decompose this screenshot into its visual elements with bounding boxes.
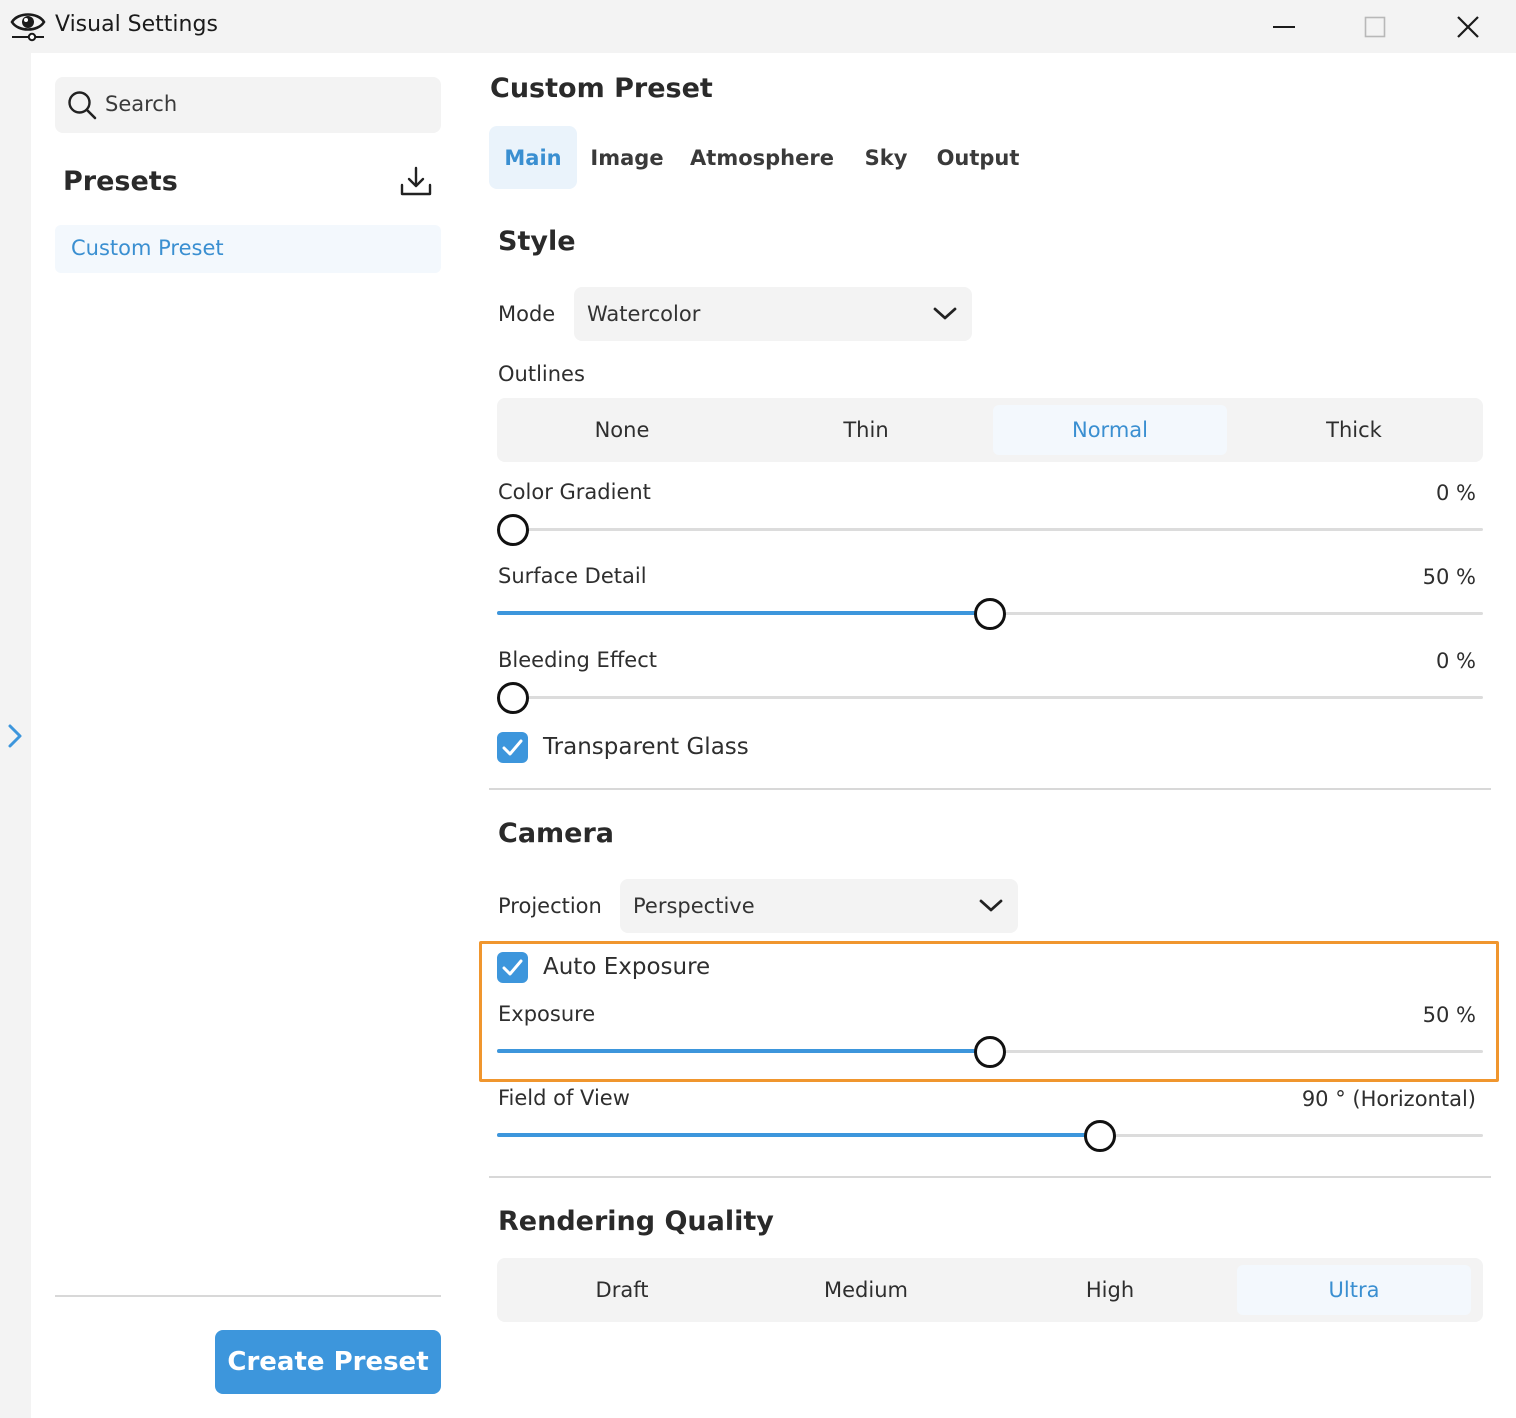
maximize-button[interactable] [1329, 0, 1421, 53]
rendering-quality-heading: Rendering Quality [498, 1206, 774, 1237]
mode-dropdown[interactable]: Watercolor [574, 287, 972, 341]
title-bar: Visual Settings [0, 0, 1516, 53]
quality-segmented-control: Draft Medium High Ultra [497, 1258, 1483, 1322]
preset-list-item[interactable]: Custom Preset [55, 225, 441, 273]
surface-detail-slider[interactable] [497, 596, 1483, 632]
slider-thumb[interactable] [1084, 1120, 1117, 1152]
minimize-button[interactable] [1238, 0, 1330, 53]
outlines-option-none[interactable]: None [505, 405, 739, 455]
fov-slider[interactable] [497, 1118, 1483, 1154]
projection-label: Projection [498, 894, 602, 918]
exposure-value: 50 % [1422, 1003, 1476, 1027]
projection-value: Perspective [633, 894, 755, 918]
auto-exposure-label: Auto Exposure [543, 954, 711, 980]
tab-atmosphere[interactable]: Atmosphere [687, 126, 837, 189]
chevron-down-icon [932, 305, 958, 323]
quality-option-ultra[interactable]: Ultra [1237, 1265, 1471, 1315]
quality-option-high[interactable]: High [993, 1265, 1227, 1315]
close-button[interactable] [1422, 0, 1514, 53]
style-heading: Style [498, 226, 576, 257]
surface-detail-label: Surface Detail [498, 564, 647, 588]
section-divider [489, 1176, 1491, 1178]
slider-thumb[interactable] [497, 682, 529, 714]
quality-option-draft[interactable]: Draft [505, 1265, 739, 1315]
window-title: Visual Settings [55, 12, 218, 37]
close-icon [1457, 15, 1479, 38]
tab-main[interactable]: Main [489, 126, 577, 189]
section-divider [489, 788, 1491, 790]
minimize-icon [1273, 25, 1295, 28]
sidebar-divider [55, 1295, 441, 1297]
transparent-glass-label: Transparent Glass [543, 734, 749, 760]
search-input[interactable]: Search [55, 77, 441, 133]
auto-exposure-checkbox[interactable] [497, 952, 528, 983]
outlines-label: Outlines [498, 362, 585, 386]
presets-heading: Presets [63, 166, 178, 197]
outlines-option-normal[interactable]: Normal [993, 405, 1227, 455]
slider-thumb[interactable] [974, 1036, 1006, 1068]
mode-label: Mode [498, 302, 556, 326]
color-gradient-slider[interactable] [497, 512, 1483, 548]
mode-value: Watercolor [587, 302, 701, 326]
search-placeholder: Search [105, 92, 178, 116]
quality-option-medium[interactable]: Medium [749, 1265, 983, 1315]
fov-label: Field of View [498, 1086, 630, 1110]
checkmark-icon [502, 959, 523, 976]
exposure-slider[interactable] [497, 1034, 1483, 1070]
projection-dropdown[interactable]: Perspective [620, 879, 1018, 933]
chevron-down-icon [978, 897, 1004, 915]
eye-settings-icon [10, 8, 46, 42]
slider-thumb[interactable] [974, 598, 1006, 630]
visual-settings-window: Visual Settings Search Presets Custom Pr… [0, 0, 1516, 1418]
chevron-right-icon[interactable] [5, 722, 25, 750]
bleeding-effect-slider[interactable] [497, 680, 1483, 716]
download-icon[interactable] [399, 165, 433, 199]
checkmark-icon [502, 739, 523, 756]
camera-heading: Camera [498, 818, 615, 849]
outlines-segmented-control: None Thin Normal Thick [497, 398, 1483, 462]
maximize-icon [1364, 16, 1386, 37]
outlines-option-thick[interactable]: Thick [1237, 405, 1471, 455]
tab-output[interactable]: Output [933, 126, 1023, 189]
create-preset-button[interactable]: Create Preset [215, 1330, 441, 1394]
surface-detail-value: 50 % [1422, 565, 1476, 589]
bleeding-effect-label: Bleeding Effect [498, 648, 657, 672]
fov-value: 90 ° (Horizontal) [1301, 1087, 1476, 1111]
bleeding-effect-value: 0 % [1436, 649, 1476, 673]
exposure-label: Exposure [498, 1002, 596, 1026]
search-icon [67, 90, 97, 120]
tab-image[interactable]: Image [582, 126, 672, 189]
panel-title: Custom Preset [490, 73, 713, 104]
color-gradient-value: 0 % [1436, 481, 1476, 505]
content-area: Search Presets Custom Preset Create Pres… [31, 53, 1516, 1418]
preset-item-label: Custom Preset [71, 236, 224, 260]
tab-sky[interactable]: Sky [853, 126, 919, 189]
color-gradient-label: Color Gradient [498, 480, 651, 504]
outlines-option-thin[interactable]: Thin [749, 405, 983, 455]
slider-thumb[interactable] [497, 514, 529, 546]
transparent-glass-checkbox[interactable] [497, 732, 528, 763]
